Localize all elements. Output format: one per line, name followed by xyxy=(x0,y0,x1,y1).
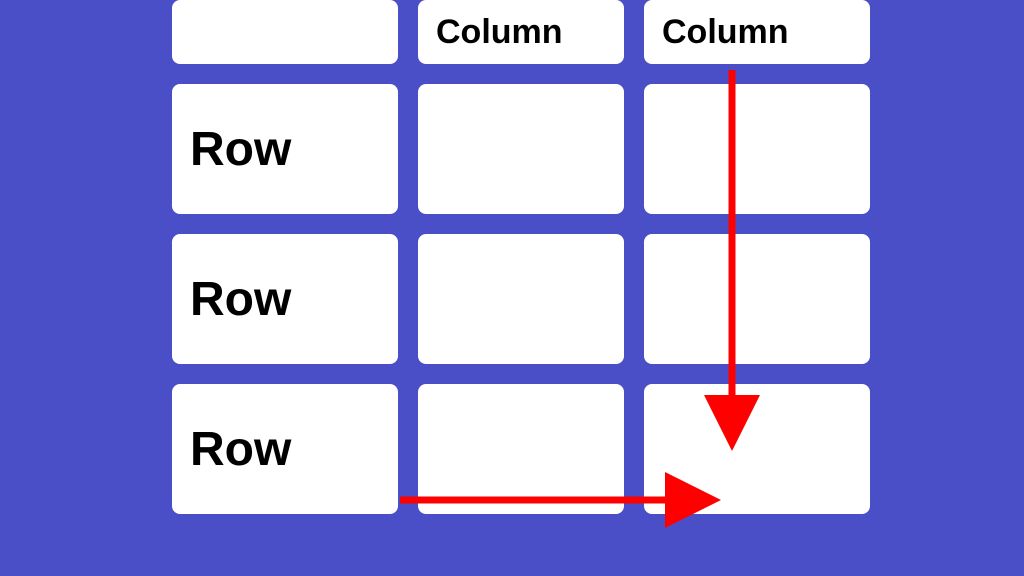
cell-r3-c2 xyxy=(644,384,870,514)
cell-r2-c2 xyxy=(644,234,870,364)
cell-r3-c1 xyxy=(418,384,624,514)
cell-r1-c1 xyxy=(418,84,624,214)
row-label-2: Row xyxy=(172,234,398,364)
column-header-2: Column xyxy=(644,0,870,64)
header-blank xyxy=(172,0,398,64)
table-grid: Column Column Row Row Row xyxy=(172,0,852,514)
row-label-3: Row xyxy=(172,384,398,514)
cell-r1-c2 xyxy=(644,84,870,214)
column-header-1: Column xyxy=(418,0,624,64)
row-label-1: Row xyxy=(172,84,398,214)
cell-r2-c1 xyxy=(418,234,624,364)
